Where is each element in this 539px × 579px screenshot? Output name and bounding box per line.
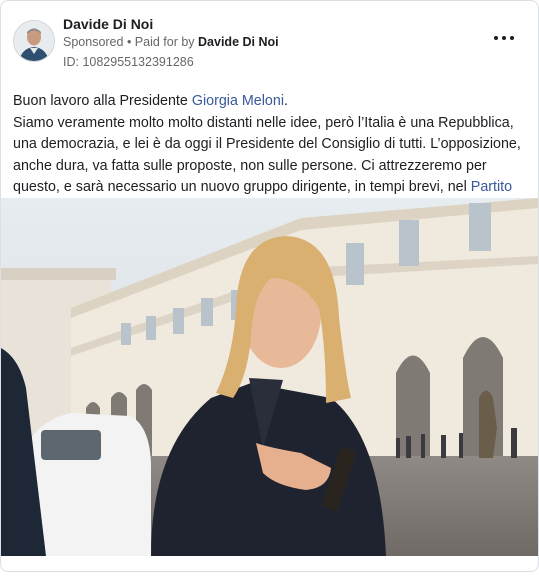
author-name[interactable]: Davide Di Noi	[63, 16, 153, 32]
author-avatar[interactable]	[13, 20, 55, 62]
text-line1-suffix: .	[284, 93, 288, 109]
avatar-photo	[14, 21, 54, 61]
sponsored-label: Sponsored	[63, 35, 124, 49]
sponsor-line: Sponsored • Paid for by Davide Di Noi	[63, 35, 279, 49]
post-photo	[1, 198, 538, 556]
text-body: Siamo veramente molto molto distanti nel…	[13, 114, 521, 196]
meta-separator: •	[123, 35, 135, 49]
paid-for-name[interactable]: Davide Di Noi	[198, 35, 279, 49]
ad-id: ID: 1082955132391286	[63, 55, 194, 69]
mention-link-meloni[interactable]: Giorgia Meloni	[192, 93, 284, 109]
text-line1-prefix: Buon lavoro alla Presidente	[13, 93, 192, 109]
paid-for-prefix: Paid for by	[134, 35, 199, 49]
sponsored-post-card: Davide Di Noi Sponsored • Paid for by Da…	[0, 0, 539, 572]
more-options-icon[interactable]	[494, 31, 516, 45]
post-image[interactable]	[1, 198, 538, 556]
